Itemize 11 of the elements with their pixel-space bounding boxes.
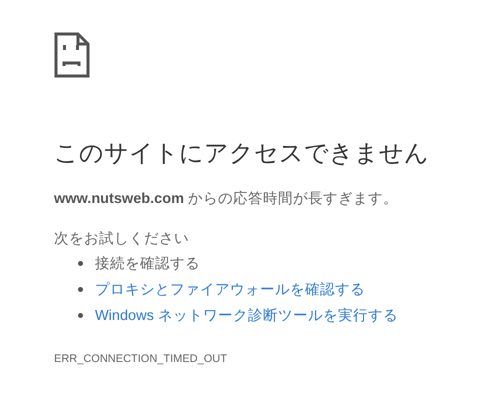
suggestion-link[interactable]: プロキシとファイアウォールを確認する bbox=[95, 278, 365, 301]
page-heading: このサイトにアクセスできません bbox=[54, 139, 430, 169]
suggestion-link[interactable]: Windows ネットワーク診断ツールを実行する bbox=[95, 304, 398, 327]
sad-page-icon bbox=[54, 32, 90, 78]
bullet bbox=[78, 287, 83, 292]
error-code: ERR_CONNECTION_TIMED_OUT bbox=[54, 352, 228, 367]
error-description: www.nutsweb.com からの応答時間が長すぎます。 bbox=[54, 190, 400, 210]
bullet bbox=[78, 261, 83, 266]
suggestion-text: 接続を確認する bbox=[95, 254, 200, 274]
bullet bbox=[78, 313, 83, 318]
suggestions-title: 次をお試しください bbox=[54, 230, 190, 249]
